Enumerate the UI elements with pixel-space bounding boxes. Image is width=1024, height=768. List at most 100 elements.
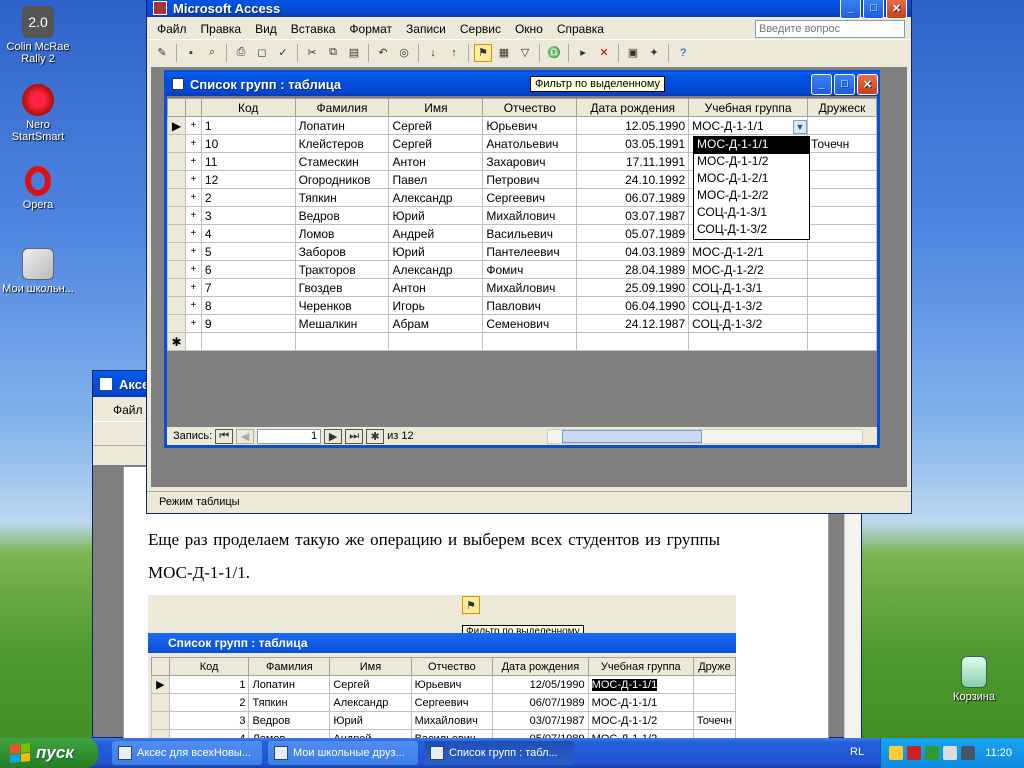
desktop-icon-colin-mcrae[interactable]: 2.0 Colin McRae Rally 2: [0, 6, 76, 65]
security-icon[interactable]: [925, 746, 940, 760]
table-cell[interactable]: 04.03.1989: [576, 242, 690, 261]
record-selector[interactable]: [167, 206, 186, 225]
menu-tools[interactable]: Сервис: [460, 22, 501, 36]
spelling-icon[interactable]: ✓: [274, 44, 292, 62]
table-cell[interactable]: 3: [200, 206, 296, 225]
table-cell[interactable]: 17.11.1991: [576, 152, 690, 171]
table-cell[interactable]: Заборов: [294, 242, 390, 261]
close-button[interactable]: ✕: [886, 0, 907, 19]
table-cell[interactable]: [807, 170, 877, 189]
table-cell[interactable]: Пантелеевич: [482, 242, 578, 261]
expand-icon[interactable]: +: [184, 116, 202, 135]
expand-icon[interactable]: +: [184, 278, 202, 297]
table-cell[interactable]: Павел: [388, 170, 484, 189]
table-cell[interactable]: Семенович: [482, 314, 578, 333]
dropdown-option[interactable]: СОЦ-Д-1-3/2: [694, 222, 809, 239]
record-selector[interactable]: [167, 224, 186, 243]
table-cell[interactable]: 2: [200, 188, 296, 207]
table-cell[interactable]: Юрий: [388, 242, 484, 261]
record-number-field[interactable]: 1: [257, 428, 322, 444]
table-cell[interactable]: Фомич: [482, 260, 578, 279]
table-cell[interactable]: СОЦ-Д-1-3/1: [688, 278, 809, 297]
dropdown-option[interactable]: СОЦ-Д-1-3/1: [694, 205, 809, 222]
desktop-icon-school[interactable]: Мои школьн...: [0, 248, 76, 295]
table-cell[interactable]: 10: [200, 134, 296, 153]
table-cell[interactable]: Огородников: [294, 170, 390, 189]
table-cell[interactable]: Антон: [388, 152, 484, 171]
expand-icon[interactable]: +: [184, 152, 202, 171]
table-cell[interactable]: Анатольевич: [482, 134, 578, 153]
table-row[interactable]: +5 Заборов Юрий Пантелеевич 04.03.1989 МОС-Д-…: [167, 242, 877, 261]
table-cell[interactable]: Ломов: [294, 224, 390, 243]
column-header[interactable]: Дружеск: [807, 98, 877, 117]
table-cell[interactable]: 5: [200, 242, 296, 261]
scroll-thumb[interactable]: [561, 429, 702, 443]
expand-icon[interactable]: +: [184, 242, 202, 261]
first-record-button[interactable]: ⏮: [215, 428, 234, 444]
table-cell[interactable]: 4: [200, 224, 296, 243]
prev-record-button[interactable]: ◀: [236, 428, 255, 444]
database-window-icon[interactable]: ▣: [624, 44, 642, 62]
expand-icon[interactable]: +: [184, 134, 202, 153]
record-selector[interactable]: [167, 278, 186, 297]
record-selector[interactable]: [167, 260, 186, 279]
table-cell[interactable]: Михайлович: [482, 278, 578, 297]
table-cell[interactable]: СОЦ-Д-1-3/2: [688, 296, 809, 315]
table-cell[interactable]: Васильевич: [482, 224, 578, 243]
record-selector[interactable]: [167, 296, 186, 315]
expand-icon[interactable]: +: [184, 170, 202, 189]
search-icon[interactable]: ⌕: [203, 44, 221, 62]
new-record-row[interactable]: ✱: [167, 332, 877, 351]
table-cell[interactable]: Петрович: [482, 170, 578, 189]
display-icon[interactable]: [961, 746, 976, 760]
dropdown-option[interactable]: МОС-Д-1-2/2: [694, 188, 809, 205]
table-row[interactable]: +9 Мешалкин Абрам Семенович 24.12.1987 СОЦ-Д-…: [167, 314, 877, 333]
table-cell[interactable]: Александр: [388, 188, 484, 207]
menu-edit[interactable]: Правка: [201, 22, 242, 36]
table-cell[interactable]: Юрий: [388, 206, 484, 225]
column-header[interactable]: Имя: [388, 98, 484, 117]
table-cell[interactable]: Сергей: [388, 116, 484, 135]
antivirus-icon[interactable]: [907, 746, 922, 760]
table-row[interactable]: +7 Гвоздев Антон Михайлович 25.09.1990 СОЦ-Д-…: [167, 278, 877, 297]
table-close-button[interactable]: ✕: [857, 73, 878, 95]
table-cell[interactable]: 24.12.1987: [576, 314, 690, 333]
record-selector[interactable]: [167, 242, 186, 261]
column-header[interactable]: Отчество: [482, 98, 578, 117]
menu-view[interactable]: Вид: [255, 22, 277, 36]
volume-icon[interactable]: [943, 746, 958, 760]
group-dropdown-button[interactable]: ▼: [793, 120, 807, 134]
record-selector[interactable]: [167, 170, 186, 189]
table-cell[interactable]: 1: [200, 116, 296, 135]
expand-icon[interactable]: +: [184, 314, 202, 333]
table-cell[interactable]: Черенков: [294, 296, 390, 315]
sort-ascending-icon[interactable]: ↓: [424, 44, 442, 62]
table-cell[interactable]: Антон: [388, 278, 484, 297]
new-record-button[interactable]: ✱: [366, 428, 385, 444]
desktop-icon-opera[interactable]: Opera: [0, 166, 76, 211]
menu-help[interactable]: Справка: [557, 22, 604, 36]
hyperlink-icon[interactable]: ◎: [395, 44, 413, 62]
cut-icon[interactable]: ✂: [303, 44, 321, 62]
question-input[interactable]: [755, 20, 905, 38]
find-icon[interactable]: ♎: [545, 44, 563, 62]
expand-icon[interactable]: +: [184, 260, 202, 279]
next-record-button[interactable]: ▶: [324, 428, 343, 444]
taskbar-button-word[interactable]: Аксес для всехНовы...: [112, 741, 262, 765]
record-selector[interactable]: [167, 152, 186, 171]
menu-window[interactable]: Окно: [515, 22, 543, 36]
table-cell[interactable]: 9: [200, 314, 296, 333]
table-cell[interactable]: Захарович: [482, 152, 578, 171]
word-menu-file[interactable]: Файл: [113, 403, 143, 417]
table-cell[interactable]: Тяпкин: [294, 188, 390, 207]
table-cell[interactable]: Михайлович: [482, 206, 578, 225]
paste-icon[interactable]: ▤: [345, 44, 363, 62]
table-cell[interactable]: Абрам: [388, 314, 484, 333]
table-cell[interactable]: 05.07.1989: [576, 224, 690, 243]
record-selector[interactable]: [167, 188, 186, 207]
table-cell[interactable]: 12.05.1990: [576, 116, 690, 135]
record-selector[interactable]: ▶: [167, 116, 186, 135]
record-selector[interactable]: [167, 134, 186, 153]
maximize-button[interactable]: □: [863, 0, 884, 19]
table-cell[interactable]: Лопатин: [294, 116, 390, 135]
